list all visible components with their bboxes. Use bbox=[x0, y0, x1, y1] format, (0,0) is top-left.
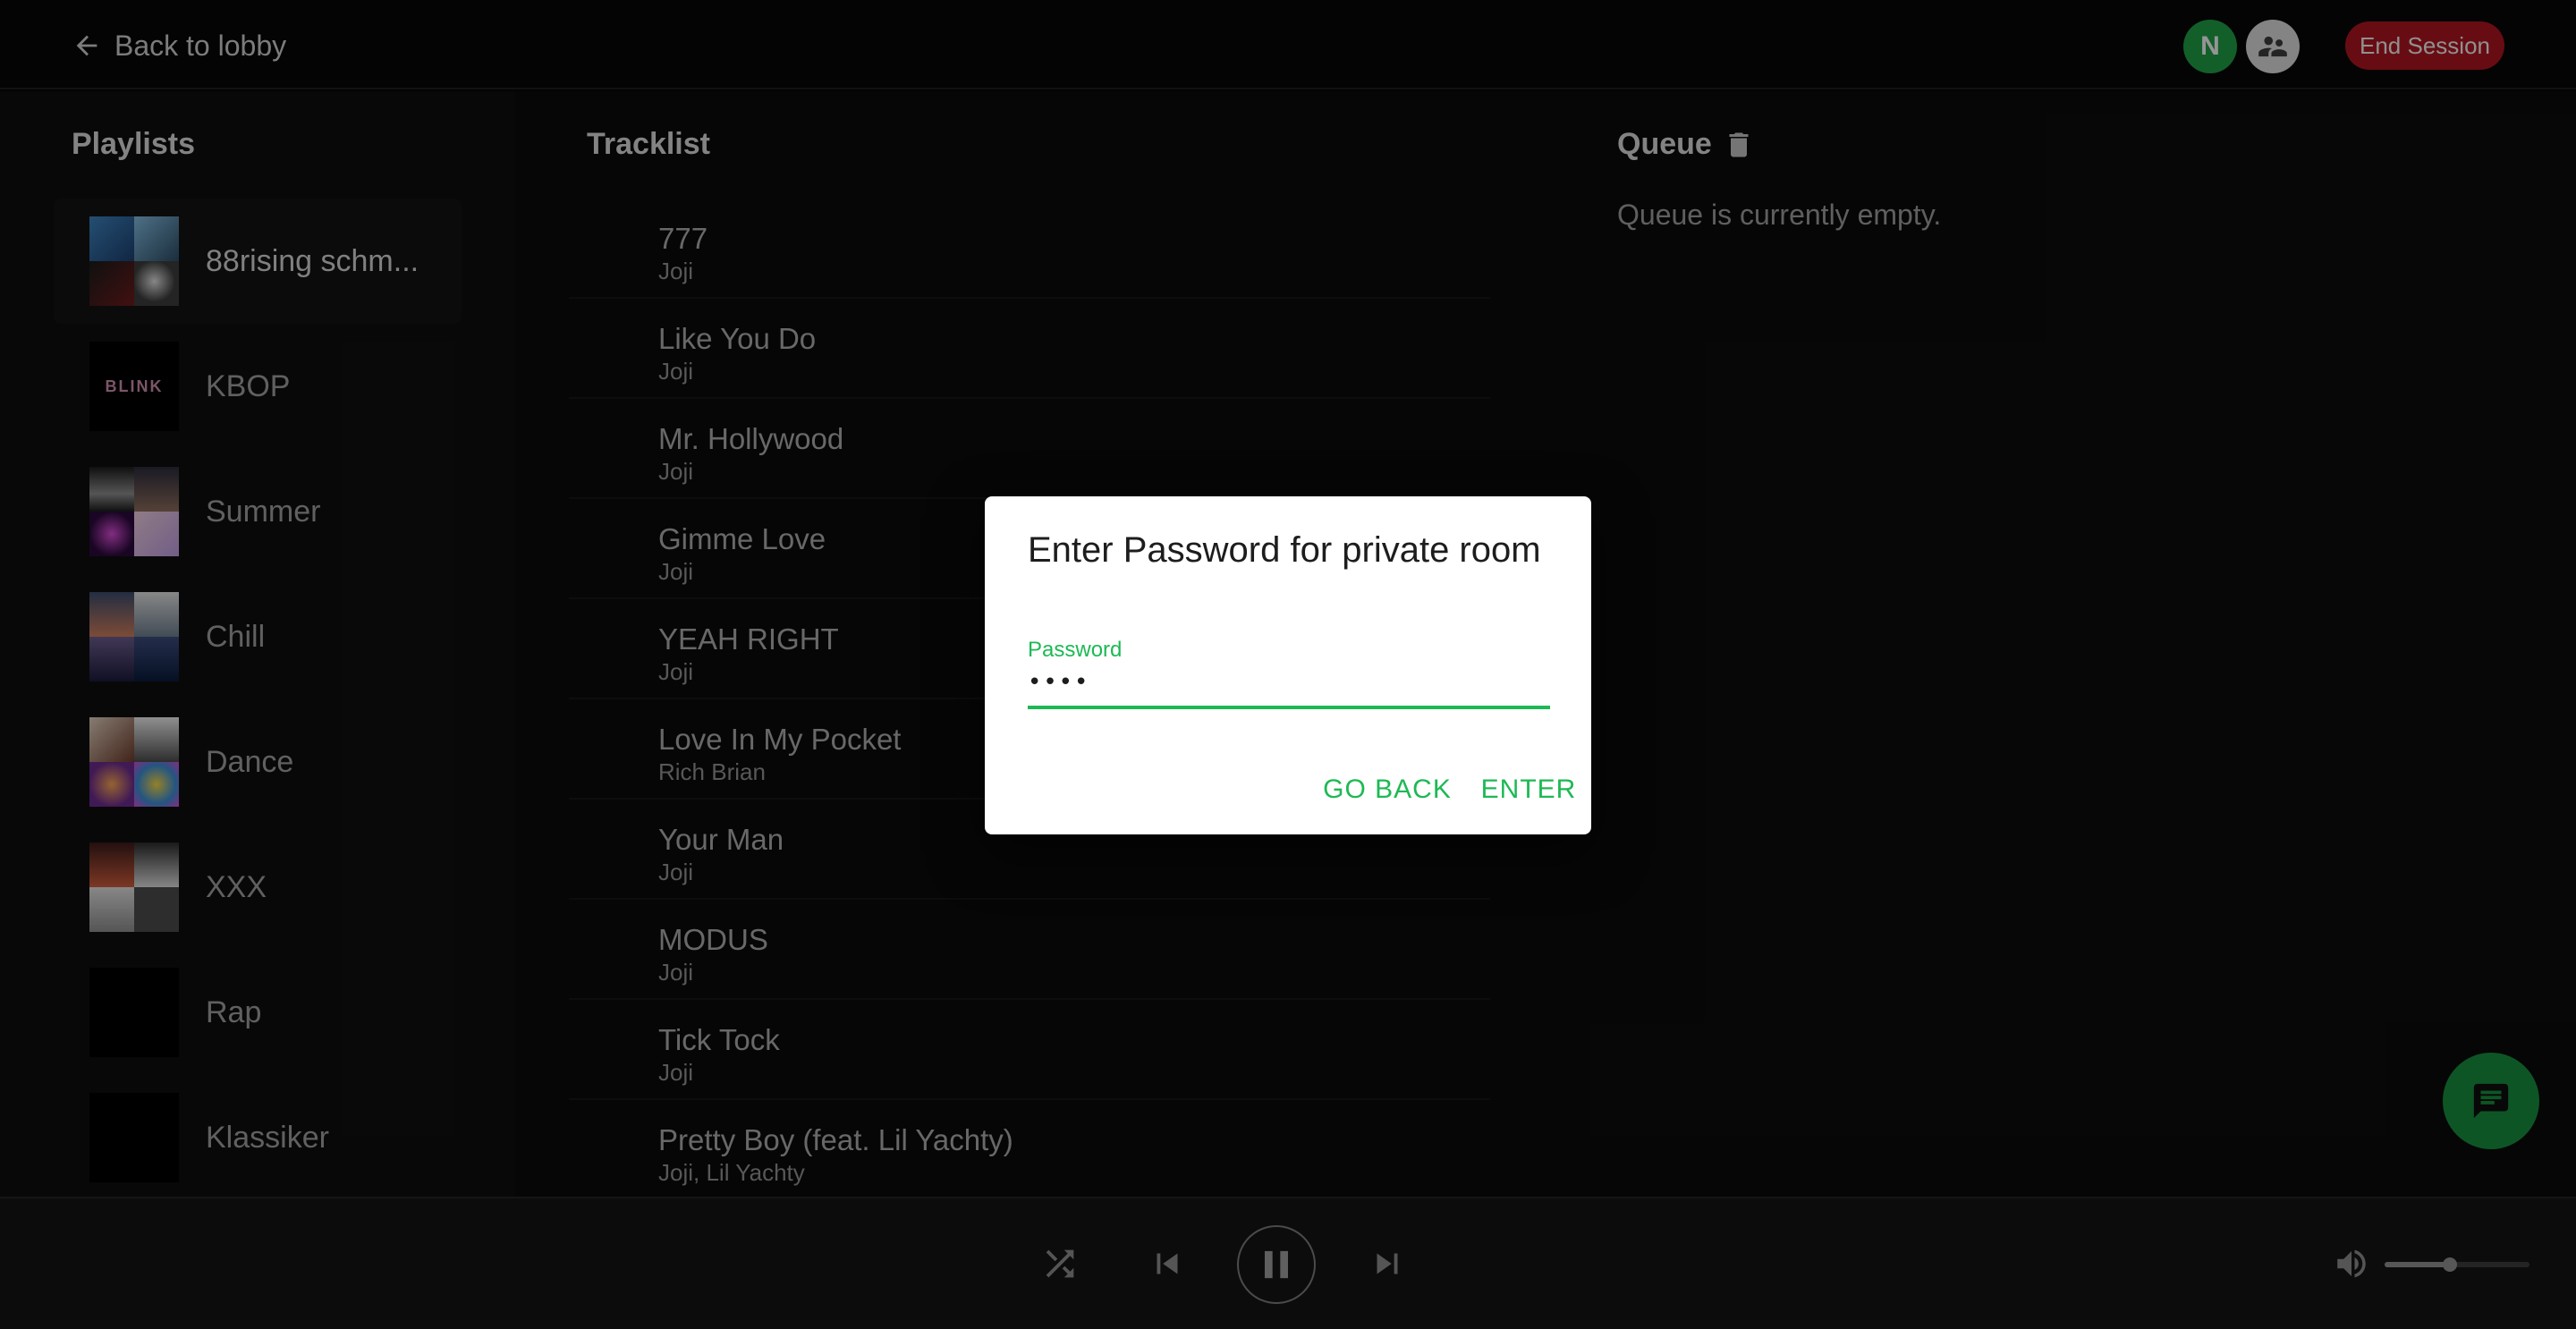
password-dialog: Enter Password for private room Password… bbox=[985, 496, 1591, 834]
password-label: Password bbox=[1028, 638, 1123, 662]
go-back-button[interactable]: GO BACK bbox=[1298, 763, 1477, 817]
password-input[interactable] bbox=[1028, 666, 1550, 709]
app-root: Back to lobby N End Session Playlists 88… bbox=[0, 0, 2576, 1329]
enter-button[interactable]: ENTER bbox=[1466, 763, 1591, 817]
dialog-title: Enter Password for private room bbox=[1028, 530, 1541, 570]
